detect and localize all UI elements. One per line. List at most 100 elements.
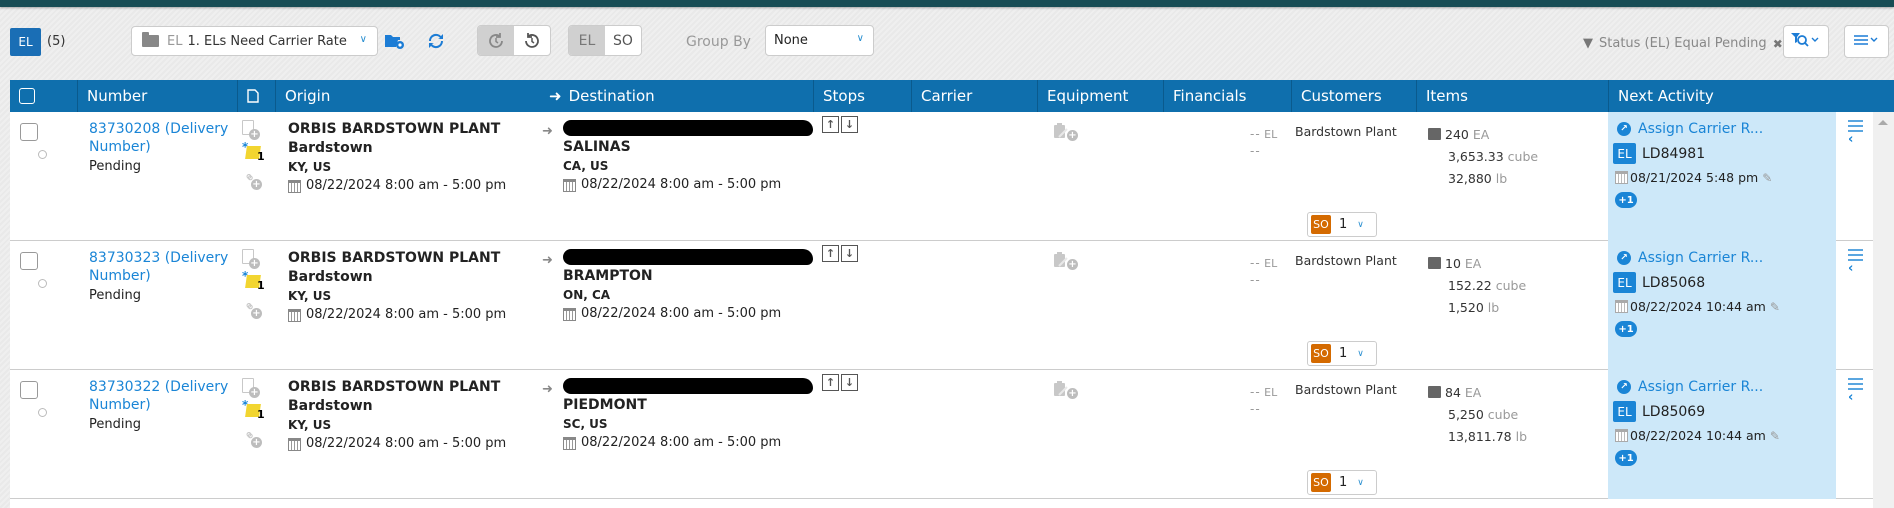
row-checkbox[interactable] xyxy=(20,381,38,399)
select-all-checkbox[interactable] xyxy=(19,88,35,104)
items-weight: 1,520 xyxy=(1448,300,1484,315)
close-icon[interactable]: ✖ xyxy=(1773,37,1783,51)
chevron-left-icon: ‹ xyxy=(1848,390,1854,405)
more-activities-badge[interactable]: +1 xyxy=(1615,321,1637,337)
vertical-scrollbar[interactable] xyxy=(1873,112,1894,508)
add-document-icon[interactable]: + xyxy=(242,249,260,269)
notes-icon[interactable]: * 1 xyxy=(242,269,265,293)
edit-pencil-icon[interactable]: ✎ xyxy=(1770,429,1780,443)
status-text: Pending xyxy=(89,159,141,174)
row-radio[interactable] xyxy=(38,408,47,417)
notes-icon[interactable]: * 1 xyxy=(242,140,265,164)
group-by-select[interactable]: None ∨ xyxy=(765,25,874,56)
origin-window: 08/22/2024 8:00 am - 5:00 pm xyxy=(306,436,507,451)
list-menu-button[interactable] xyxy=(1844,25,1889,58)
current-view-toggle[interactable] xyxy=(478,26,514,55)
column-header-financials[interactable]: Financials xyxy=(1163,80,1291,112)
entity-toggle-el[interactable]: EL xyxy=(569,26,605,55)
so-select[interactable]: SO 1 ∨ xyxy=(1307,212,1377,237)
items-weight: 32,880 xyxy=(1448,171,1492,186)
add-equipment-icon[interactable]: + xyxy=(1053,122,1078,144)
saved-view-select[interactable]: EL 1. ELs Need Carrier Rate ∨ xyxy=(131,26,378,56)
delivery-number-link[interactable]: 83730208 (Delivery Number) xyxy=(89,120,239,156)
destination-window: 08/22/2024 8:00 am - 5:00 pm xyxy=(581,435,782,450)
move-up-arrow-icon[interactable]: ↑ xyxy=(822,245,839,262)
so-select[interactable]: SO 1 ∨ xyxy=(1307,341,1377,366)
row-menu-button[interactable]: ‹ xyxy=(1848,378,1864,405)
notes-icon[interactable]: * 1 xyxy=(242,398,265,422)
column-header-next-activity[interactable]: Next Activity xyxy=(1608,80,1894,112)
column-header-destination[interactable]: ➜ Destination xyxy=(540,80,820,112)
row-action-icons: + * 1 ⚭ + xyxy=(239,249,272,319)
items-weight-unit: lb xyxy=(1487,300,1500,315)
row-menu-button[interactable]: ‹ xyxy=(1848,249,1864,275)
move-up-arrow-icon[interactable]: ↑ xyxy=(822,374,839,391)
move-down-arrow-icon[interactable]: ↓ xyxy=(841,245,858,262)
menu-icon xyxy=(1853,33,1881,51)
chevron-down-icon: ∨ xyxy=(1357,477,1364,488)
add-document-icon[interactable]: + xyxy=(242,378,260,398)
column-header-documents xyxy=(237,80,275,112)
add-attachment-icon[interactable]: ⚭ + xyxy=(239,297,262,319)
items-qty-unit: EA xyxy=(1464,256,1482,271)
group-by-label: Group By xyxy=(686,34,751,50)
refresh-icon[interactable] xyxy=(428,32,444,54)
items-cell: 240 EA 3,653.33 cube 32,880 lb xyxy=(1428,124,1538,190)
filter-search-button[interactable] xyxy=(1783,25,1829,58)
add-attachment-icon[interactable]: ⚭ + xyxy=(239,426,262,448)
row-checkbox[interactable] xyxy=(20,123,38,141)
row-menu-button[interactable]: ‹ xyxy=(1848,120,1864,146)
next-activity-link[interactable]: ↗ Assign Carrier R... xyxy=(1617,121,1763,137)
column-header-number[interactable]: Number xyxy=(77,80,237,112)
destination-city: BRAMPTON xyxy=(563,268,653,284)
move-down-arrow-icon[interactable]: ↓ xyxy=(841,374,858,391)
origin-cell: ORBIS BARDSTOWN PLANT Bardstown KY, US 0… xyxy=(288,120,538,196)
row-action-icons: + * 1 ⚭ + xyxy=(239,378,272,448)
record-count: (5) xyxy=(47,34,66,49)
add-equipment-icon[interactable]: + xyxy=(1053,380,1078,402)
delivery-number-link[interactable]: 83730323 (Delivery Number) xyxy=(89,249,239,285)
scroll-up-arrow-icon[interactable] xyxy=(1878,120,1888,125)
column-header-carrier[interactable]: Carrier xyxy=(911,80,1037,112)
next-activity-link[interactable]: ↗ Assign Carrier R... xyxy=(1617,379,1763,395)
history-view-toggle[interactable] xyxy=(514,26,550,55)
redacted-destination-name xyxy=(563,120,813,136)
load-number: LD84981 xyxy=(1642,145,1706,162)
next-activity-link[interactable]: ↗ Assign Carrier R... xyxy=(1617,250,1763,266)
add-attachment-icon[interactable]: ⚭ + xyxy=(239,168,262,190)
items-weight-unit: lb xyxy=(1515,429,1528,444)
origin-state: KY, US xyxy=(288,418,332,432)
column-header-origin[interactable]: Origin xyxy=(275,80,540,112)
origin-window: 08/22/2024 8:00 am - 5:00 pm xyxy=(306,178,507,193)
more-activities-badge[interactable]: +1 xyxy=(1615,192,1637,208)
row-radio[interactable] xyxy=(38,279,47,288)
move-down-arrow-icon[interactable]: ↓ xyxy=(841,116,858,133)
add-document-icon[interactable]: + xyxy=(242,120,260,140)
folder-settings-icon[interactable] xyxy=(384,32,406,54)
financials-value-2: -- xyxy=(1250,402,1261,416)
column-header-stops[interactable]: Stops xyxy=(813,80,911,112)
row-radio[interactable] xyxy=(38,150,47,159)
edit-pencil-icon[interactable]: ✎ xyxy=(1770,300,1780,314)
calendar-icon xyxy=(288,179,301,193)
so-tag: SO xyxy=(1311,344,1331,363)
column-header-equipment[interactable]: Equipment xyxy=(1037,80,1163,112)
delivery-number-link[interactable]: 83730322 (Delivery Number) xyxy=(89,378,239,414)
table-row[interactable]: 83730208 (Delivery Number) Pending + * 1 … xyxy=(10,112,1894,241)
history-toggle xyxy=(477,25,551,56)
calendar-icon xyxy=(1615,429,1628,442)
table-row-partial xyxy=(10,499,1894,508)
column-header-items[interactable]: Items xyxy=(1416,80,1608,112)
move-up-arrow-icon[interactable]: ↑ xyxy=(822,116,839,133)
next-activity-datetime: 08/21/2024 5:48 pm xyxy=(1630,170,1759,185)
calendar-icon xyxy=(563,178,576,192)
add-equipment-icon[interactable]: + xyxy=(1053,251,1078,273)
edit-pencil-icon[interactable]: ✎ xyxy=(1762,171,1772,185)
row-checkbox[interactable] xyxy=(20,252,38,270)
column-header-customers[interactable]: Customers xyxy=(1291,80,1416,112)
table-row[interactable]: 83730323 (Delivery Number) Pending + * 1 … xyxy=(10,241,1894,370)
table-row[interactable]: 83730322 (Delivery Number) Pending + * 1 … xyxy=(10,370,1894,499)
entity-toggle-so[interactable]: SO xyxy=(605,26,641,55)
more-activities-badge[interactable]: +1 xyxy=(1615,450,1637,466)
so-select[interactable]: SO 1 ∨ xyxy=(1307,470,1377,495)
